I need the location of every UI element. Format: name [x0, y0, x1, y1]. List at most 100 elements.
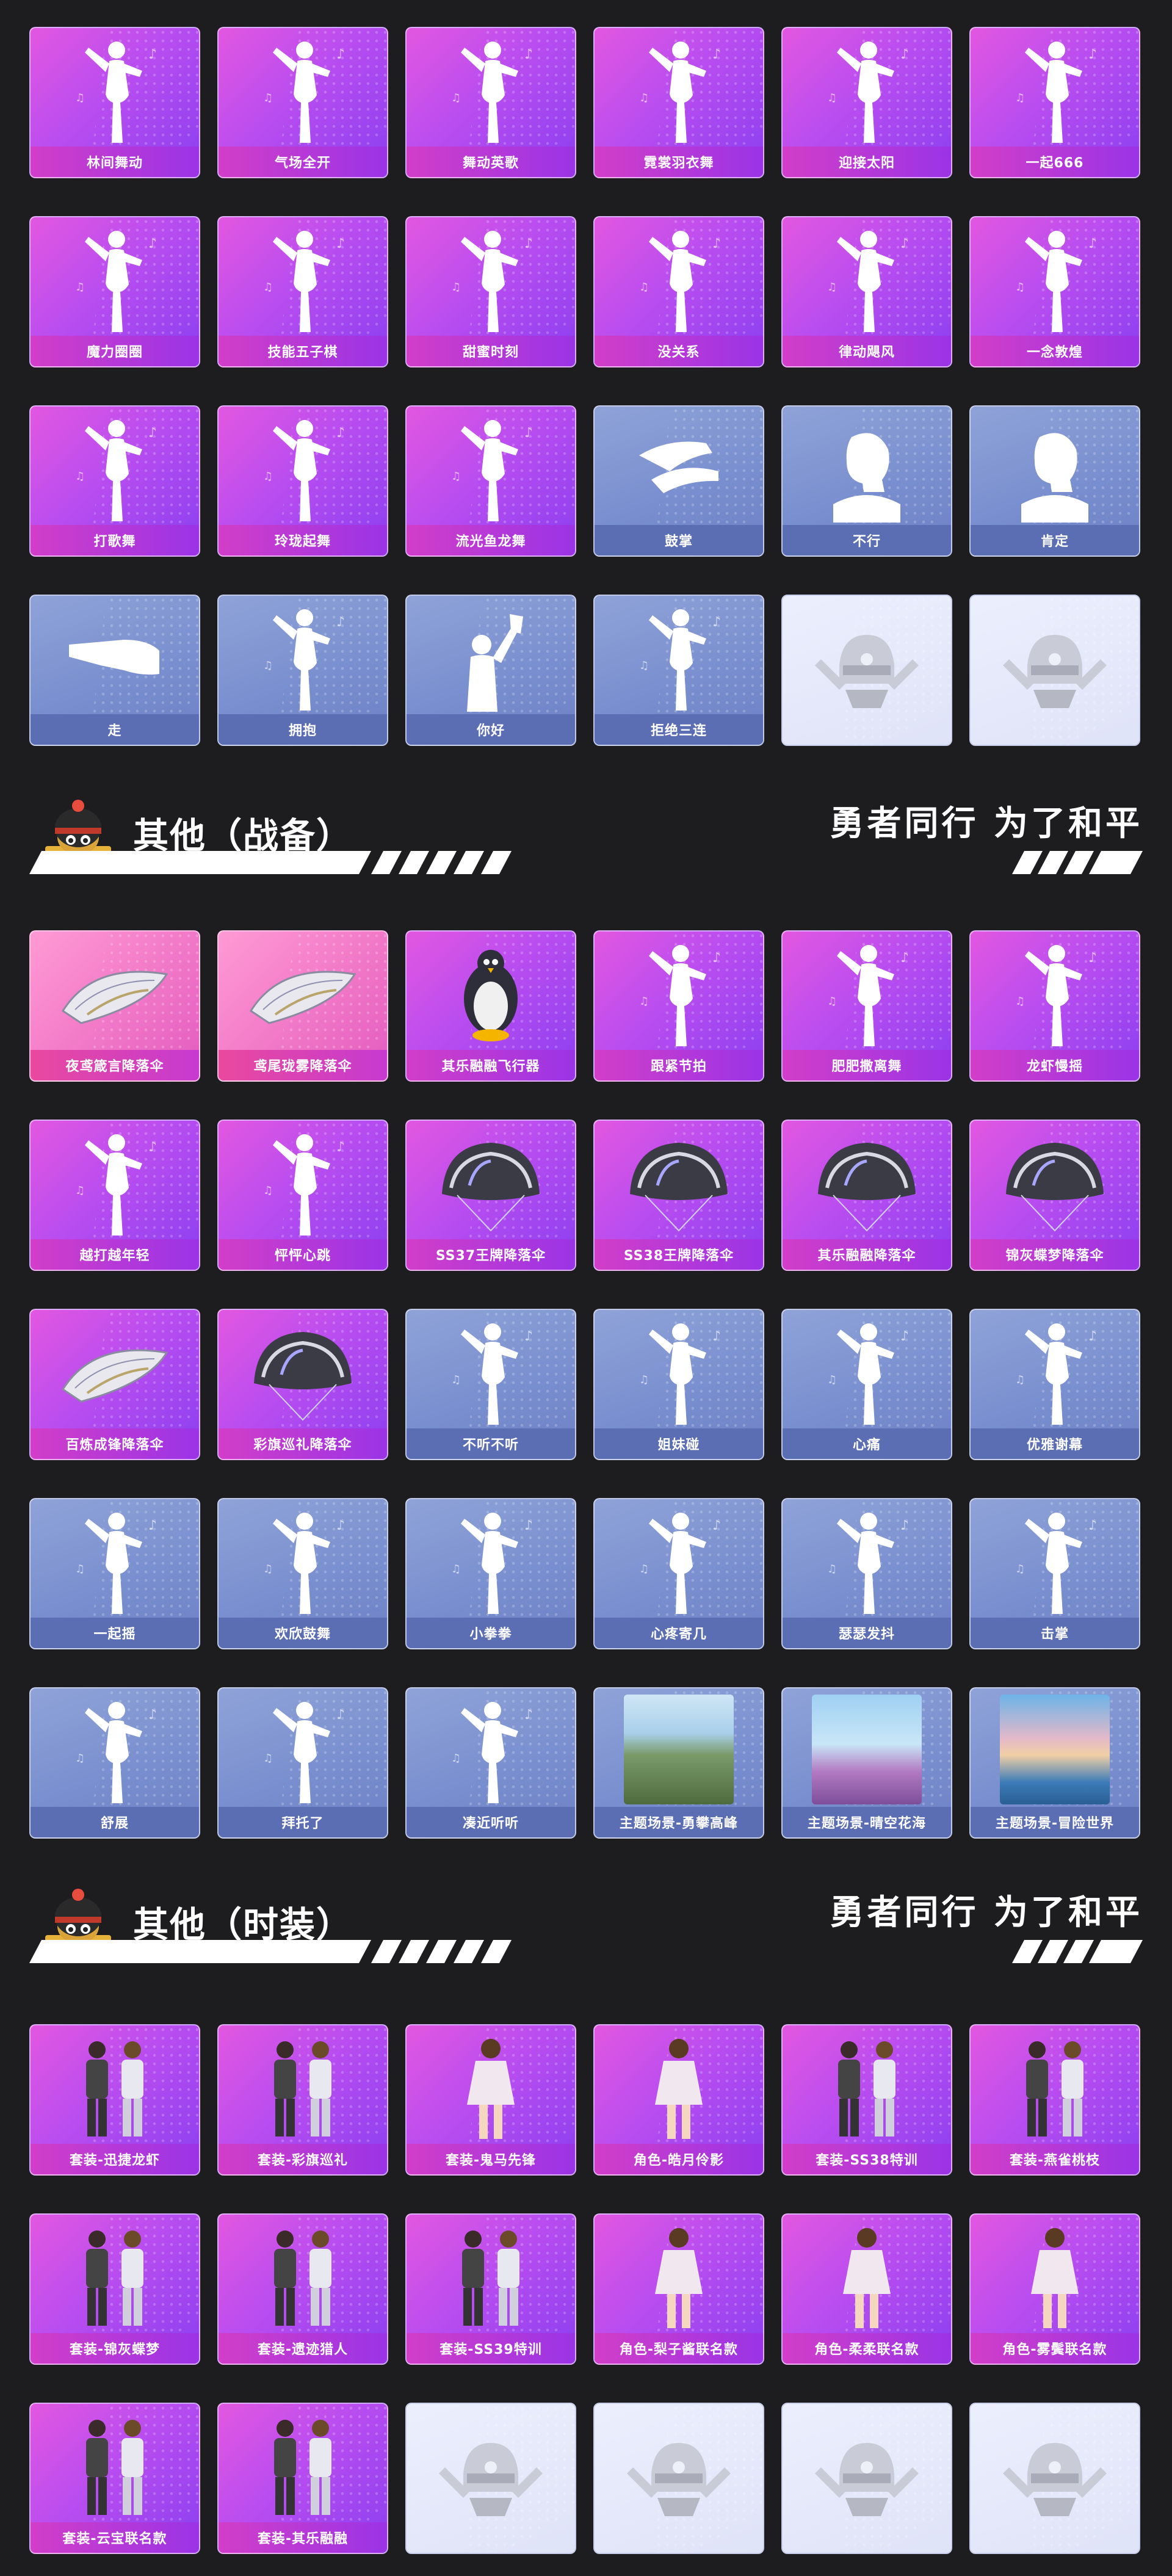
dancer-icon: ♪ ♫ [997, 1505, 1113, 1615]
reward-tile[interactable]: ♪ ♫ 心疼寄几 [593, 1498, 764, 1649]
parachute-icon [433, 1127, 549, 1237]
reward-tile[interactable]: ♪ ♫ 拥抱 [217, 595, 388, 746]
svg-text:♫: ♫ [451, 470, 461, 483]
dancer-icon: ♪ ♫ [621, 938, 737, 1047]
reward-tile[interactable]: 走 [29, 595, 200, 746]
head-icon [997, 413, 1113, 523]
reward-tile[interactable]: ♪ ♫ 不听不听 [405, 1309, 576, 1460]
tile-label: 凑近听听 [407, 1807, 575, 1837]
reward-tile[interactable]: 套装-SS39特训 [405, 2213, 576, 2365]
reward-tile[interactable]: ♪ ♫ 霓裳羽衣舞 [593, 27, 764, 178]
reward-tile[interactable]: 套装-锦灰蝶梦 [29, 2213, 200, 2365]
reward-tile[interactable]: 百炼成锋降落伞 [29, 1309, 200, 1460]
reward-tile[interactable]: ♪ ♫ 一起666 [969, 27, 1140, 178]
reward-tile[interactable]: ♪ ♫ 小拳拳 [405, 1498, 576, 1649]
tile-label: 套装-燕雀桃枝 [971, 2144, 1139, 2174]
reward-tile[interactable]: 套装-其乐融融 [217, 2403, 388, 2554]
reward-tile[interactable]: 角色-皓月伶影 [593, 2024, 764, 2176]
svg-text:♪: ♪ [900, 236, 909, 251]
reward-tile[interactable]: ♪ ♫ 怦怦心跳 [217, 1120, 388, 1271]
reward-tile[interactable]: ♪ ♫ 凑近听听 [405, 1687, 576, 1839]
svg-text:♪: ♪ [336, 1707, 345, 1723]
reward-tile[interactable]: 鼓掌 [593, 405, 764, 557]
tile-label: 霓裳羽衣舞 [595, 147, 763, 177]
reward-tile[interactable]: ♪ ♫ 击掌 [969, 1498, 1140, 1649]
reward-tile[interactable]: ♪ ♫ 舒展 [29, 1687, 200, 1839]
tile-label: 鼓掌 [595, 525, 763, 555]
reward-tile[interactable]: 锦灰蝶梦降落伞 [969, 1120, 1140, 1271]
reward-tile[interactable]: ♪ ♫ 律动飓风 [781, 216, 952, 367]
svg-text:♫: ♫ [827, 1373, 837, 1386]
reward-tile[interactable]: 肯定 [969, 405, 1140, 557]
wave-icon [433, 602, 549, 712]
dancer-icon: ♪ ♫ [245, 34, 361, 144]
reward-tile[interactable]: 套装-燕雀桃枝 [969, 2024, 1140, 2176]
reward-tile[interactable]: 其乐融融降落伞 [781, 1120, 952, 1271]
reward-tile[interactable]: ♪ ♫ 瑟瑟发抖 [781, 1498, 952, 1649]
reward-tile[interactable]: 主题场景-勇攀高峰 [593, 1687, 764, 1839]
reward-tile[interactable]: ♪ ♫ 拜托了 [217, 1687, 388, 1839]
tile-label: 姐妹碰 [595, 1428, 763, 1459]
outfit-pair-icon [57, 2410, 173, 2520]
reward-tile[interactable]: 套装-彩旗巡礼 [217, 2024, 388, 2176]
dancer-icon: ♪ ♫ [57, 1127, 173, 1237]
reward-tile[interactable]: ♪ ♫ 一念敦煌 [969, 216, 1140, 367]
reward-tile[interactable]: ♪ ♫ 越打越年轻 [29, 1120, 200, 1271]
svg-text:♫: ♫ [451, 1563, 461, 1576]
svg-text:♪: ♪ [712, 615, 721, 630]
reward-tile[interactable]: 你好 [405, 595, 576, 746]
reward-tile[interactable]: ♪ ♫ 玲珑起舞 [217, 405, 388, 557]
reward-tile[interactable]: 不行 [781, 405, 952, 557]
tile-label: 玲珑起舞 [219, 525, 387, 555]
reward-tile[interactable]: ♪ ♫ 魔力圈圈 [29, 216, 200, 367]
reward-tile[interactable]: 套装-遗迹猎人 [217, 2213, 388, 2365]
tile-label: 没关系 [595, 336, 763, 366]
reward-tile[interactable]: 套装-迅捷龙虾 [29, 2024, 200, 2176]
reward-tile[interactable]: 角色-梨子酱联名款 [593, 2213, 764, 2365]
tile-label: 角色-皓月伶影 [595, 2144, 763, 2174]
reward-tile[interactable]: 套装-SS38特训 [781, 2024, 952, 2176]
reward-tile[interactable]: ♪ ♫ 龙虾慢摇 [969, 930, 1140, 1082]
reward-tile[interactable]: ♪ ♫ 拒绝三连 [593, 595, 764, 746]
reward-tile[interactable]: ♪ ♫ 迎接太阳 [781, 27, 952, 178]
reward-tile[interactable]: ♪ ♫ 姐妹碰 [593, 1309, 764, 1460]
reward-tile[interactable]: 主题场景-晴空花海 [781, 1687, 952, 1839]
reward-tile[interactable]: ♪ ♫ 肥肥撒离舞 [781, 930, 952, 1082]
reward-tile[interactable]: 夜鸢箴言降落伞 [29, 930, 200, 1082]
reward-tile[interactable]: ♪ ♫ 打歌舞 [29, 405, 200, 557]
tile-label: 一起666 [971, 147, 1139, 177]
tile-label: 角色-梨子酱联名款 [595, 2333, 763, 2364]
reward-tile[interactable]: ♪ ♫ 跟紧节拍 [593, 930, 764, 1082]
svg-text:♪: ♪ [148, 425, 157, 441]
reward-tile[interactable]: ♪ ♫ 气场全开 [217, 27, 388, 178]
reward-tile[interactable]: ♪ ♫ 一起摇 [29, 1498, 200, 1649]
reward-tile[interactable]: 角色-柔柔联名款 [781, 2213, 952, 2365]
reward-tile[interactable]: ♪ ♫ 甜蜜时刻 [405, 216, 576, 367]
reward-tile[interactable]: 主题场景-冒险世界 [969, 1687, 1140, 1839]
reward-tile[interactable]: ♪ ♫ 舞动英歌 [405, 27, 576, 178]
reward-tile[interactable]: 套装-鬼马先锋 [405, 2024, 576, 2176]
tile-label: 主题场景-晴空花海 [783, 1807, 951, 1837]
reward-tile[interactable]: 角色-雾鬓联名款 [969, 2213, 1140, 2365]
reward-tile[interactable]: ♪ ♫ 林间舞动 [29, 27, 200, 178]
reward-tile[interactable]: 其乐融融飞行器 [405, 930, 576, 1082]
reward-tile[interactable]: ♪ ♫ 流光鱼龙舞 [405, 405, 576, 557]
dancer-icon: ♪ ♫ [809, 34, 925, 144]
reward-tile[interactable]: ♪ ♫ 优雅谢幕 [969, 1309, 1140, 1460]
empty-slot-tile [405, 2403, 576, 2554]
svg-text:♪: ♪ [336, 47, 345, 62]
reward-tile[interactable]: 鸢尾珑雾降落伞 [217, 930, 388, 1082]
tile-label: 锦灰蝶梦降落伞 [971, 1239, 1139, 1270]
reward-tile[interactable]: ♪ ♫ 欢欣鼓舞 [217, 1498, 388, 1649]
svg-text:♫: ♫ [639, 1373, 649, 1386]
tile-label: 肯定 [971, 525, 1139, 555]
reward-tile[interactable]: ♪ ♫ 没关系 [593, 216, 764, 367]
dancer-icon: ♪ ♫ [57, 1695, 173, 1804]
reward-tile[interactable]: ♪ ♫ 技能五子棋 [217, 216, 388, 367]
reward-tile[interactable]: ♪ ♫ 心痛 [781, 1309, 952, 1460]
reward-tile[interactable]: 套装-云宝联名款 [29, 2403, 200, 2554]
reward-tile[interactable]: 彩旗巡礼降落伞 [217, 1309, 388, 1460]
reward-tile[interactable]: SS38王牌降落伞 [593, 1120, 764, 1271]
reward-tile[interactable]: SS37王牌降落伞 [405, 1120, 576, 1271]
svg-text:♪: ♪ [1088, 1329, 1097, 1344]
